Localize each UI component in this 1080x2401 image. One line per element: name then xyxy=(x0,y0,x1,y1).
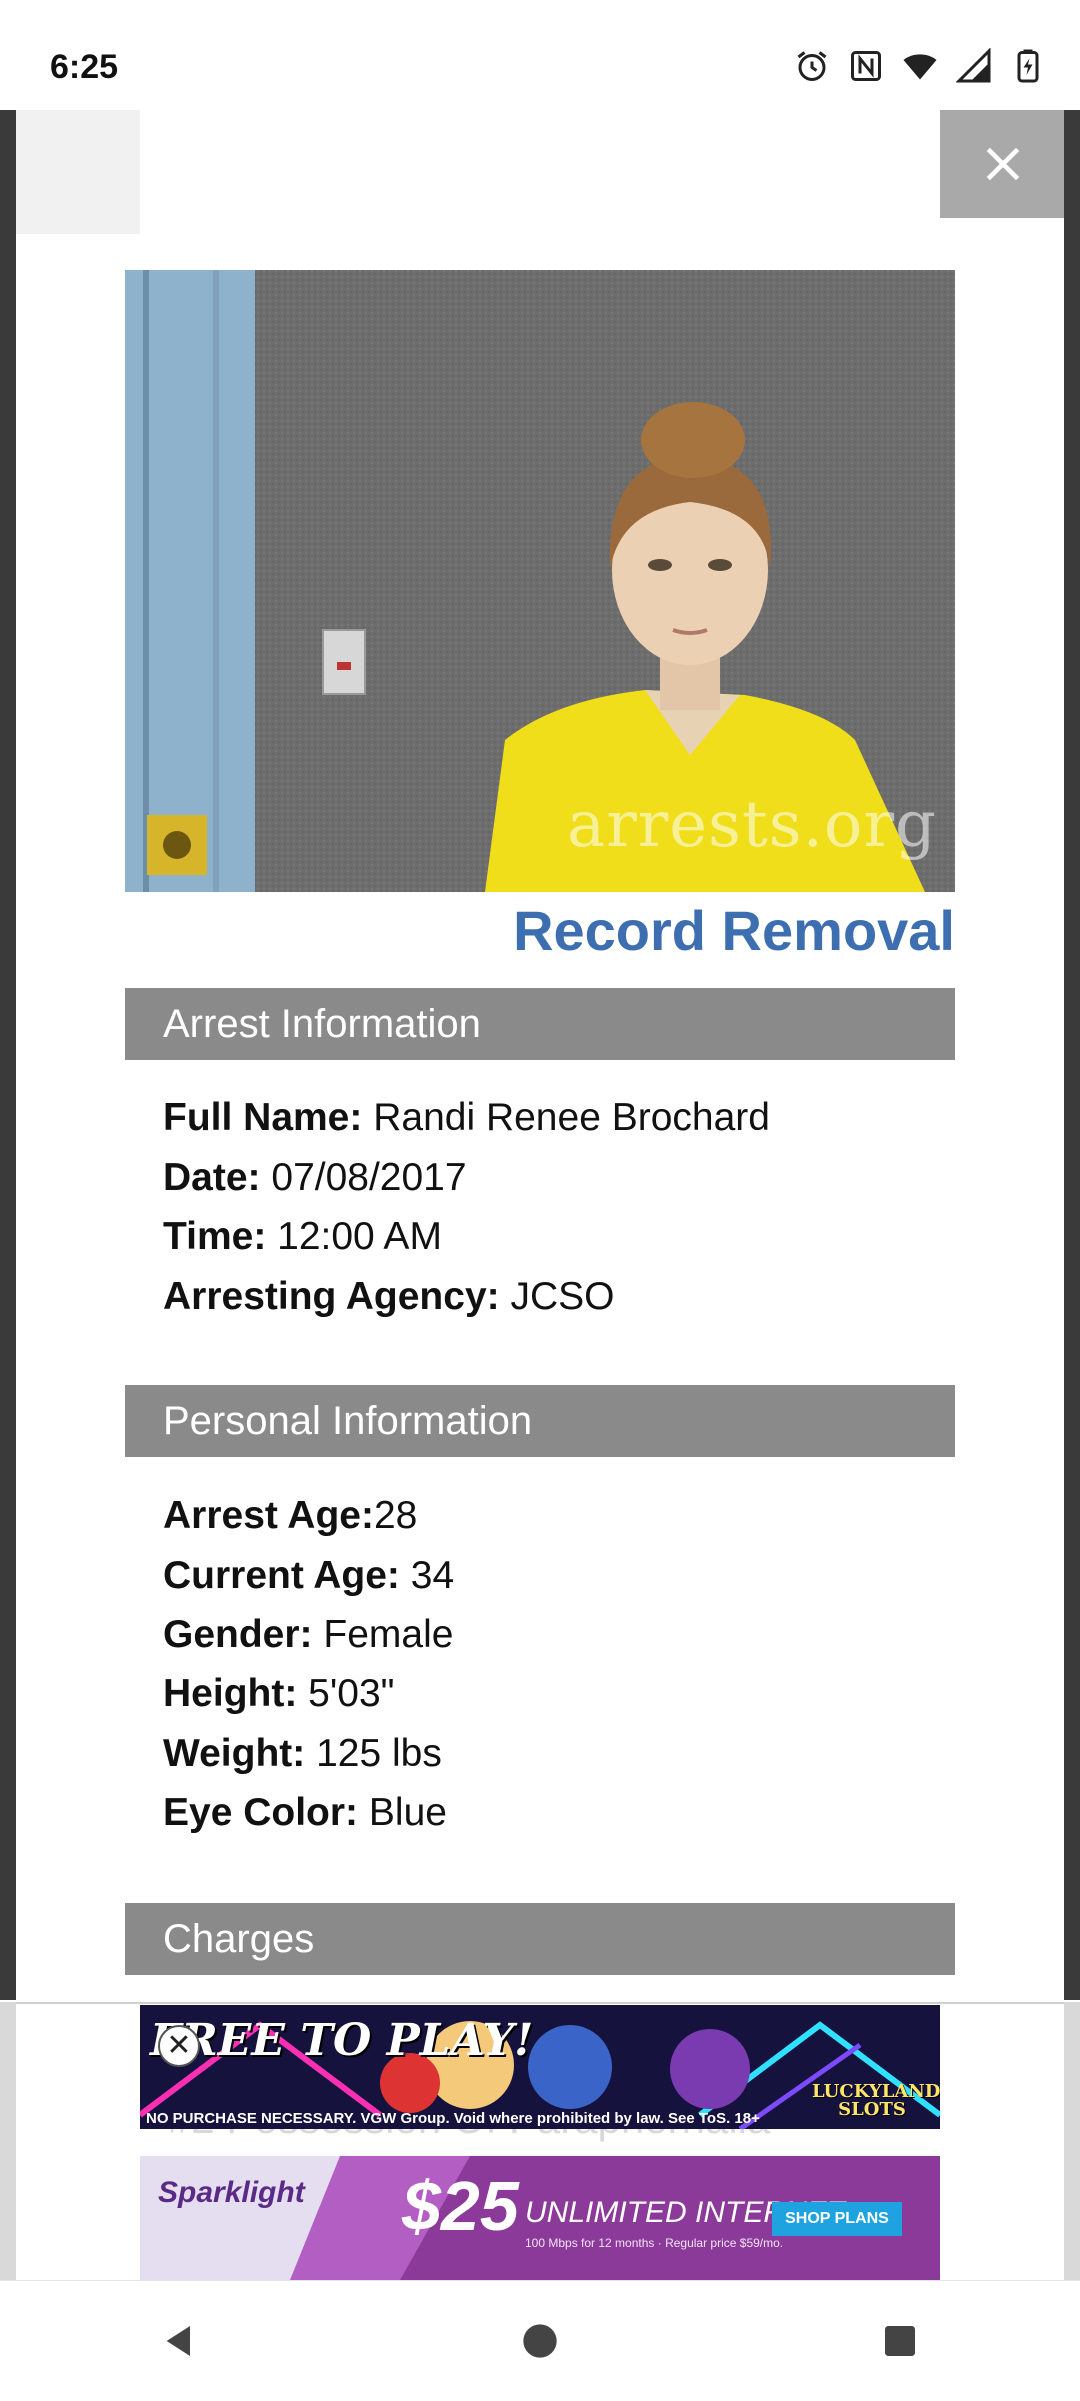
ad2-price: $25 xyxy=(402,2167,519,2245)
alarm-icon xyxy=(797,51,827,81)
date-row: Date: 07/08/2017 xyxy=(163,1156,467,1200)
full-name-row: Full Name: Randi Renee Brochard xyxy=(163,1096,770,1140)
eye-color-value: Blue xyxy=(368,1791,447,1834)
current-age-row: Current Age: 34 xyxy=(163,1554,454,1598)
full-name-label: Full Name: xyxy=(163,1096,363,1139)
cell-signal-icon xyxy=(956,48,991,83)
ad-edge-left xyxy=(0,2002,16,2280)
status-icons xyxy=(794,48,1046,84)
time-row: Time: 12:00 AM xyxy=(163,1215,442,1259)
time-label: Time: xyxy=(163,1215,267,1258)
weight-value: 125 lbs xyxy=(316,1732,442,1775)
close-icon: ✕ xyxy=(166,2029,192,2062)
height-label: Height: xyxy=(163,1672,298,1715)
arrest-age-row: Arrest Age:28 xyxy=(163,1494,417,1538)
battery-charging-icon xyxy=(1017,49,1039,83)
status-time: 6:25 xyxy=(50,48,119,86)
record-removal-link[interactable]: Record Removal xyxy=(125,892,955,963)
overlay-right-edge xyxy=(1064,110,1080,2000)
date-value: 07/08/2017 xyxy=(271,1156,467,1199)
luckyland-ad-banner[interactable]: FREE TO PLAY! LUCKYLAND SLOTS NO PURCHAS… xyxy=(140,2005,940,2129)
overlay-top-left-block xyxy=(16,110,140,234)
agency-label: Arresting Agency: xyxy=(163,1275,500,1318)
ad2-subtext: 100 Mbps for 12 months · Regular price $… xyxy=(525,2236,784,2250)
home-icon xyxy=(523,2324,557,2358)
gender-value: Female xyxy=(323,1613,454,1656)
arrest-information-header: Arrest Information xyxy=(125,988,955,1060)
recents-icon xyxy=(885,2326,915,2356)
eye-color-label: Eye Color: xyxy=(163,1791,359,1834)
weight-row: Weight: 125 lbs xyxy=(163,1732,442,1776)
nfc-icon xyxy=(851,51,881,81)
home-button[interactable] xyxy=(510,2311,570,2371)
ad-edge-right xyxy=(1064,2002,1080,2280)
overlay-top-bar xyxy=(0,110,1080,238)
current-age-value: 34 xyxy=(410,1554,455,1597)
ad1-fine-print: NO PURCHASE NECESSARY. VGW Group. Void w… xyxy=(146,2110,760,2127)
gender-row: Gender: Female xyxy=(163,1613,453,1657)
ad1-headline: FREE TO PLAY! xyxy=(150,2015,534,2066)
time-value: 12:00 AM xyxy=(277,1215,442,1258)
wifi-icon xyxy=(903,54,937,80)
mugshot-photo: arrests.org xyxy=(125,270,955,892)
height-value: 5'03" xyxy=(308,1672,395,1715)
agency-row: Arresting Agency: JCSO xyxy=(163,1275,614,1319)
ad1-brand: LUCKYLAND SLOTS xyxy=(812,2081,940,2120)
height-row: Height: 5'03" xyxy=(163,1672,395,1716)
back-icon xyxy=(166,2326,190,2356)
sparklight-ad-banner[interactable]: Sparklight $25 UNLIMITED INTERNET 100 Mb… xyxy=(140,2156,940,2280)
back-button[interactable] xyxy=(150,2311,210,2371)
date-label: Date: xyxy=(163,1156,261,1199)
system-nav-bar xyxy=(0,2280,1080,2401)
personal-information-header: Personal Information xyxy=(125,1385,955,1457)
full-name-value: Randi Renee Brochard xyxy=(373,1096,770,1139)
charges-header: Charges xyxy=(125,1903,955,1975)
shop-plans-button[interactable]: SHOP PLANS xyxy=(772,2202,902,2236)
arrest-age-value: 28 xyxy=(373,1494,418,1537)
overlay-left-edge xyxy=(0,110,16,2000)
close-button[interactable] xyxy=(940,110,1066,218)
arrest-age-label: Arrest Age: xyxy=(163,1494,374,1537)
sparklight-logo: Sparklight xyxy=(158,2176,305,2209)
agency-value: JCSO xyxy=(510,1275,615,1318)
gender-label: Gender: xyxy=(163,1613,313,1656)
weight-label: Weight: xyxy=(163,1732,306,1775)
close-icon xyxy=(986,147,1020,181)
current-age-label: Current Age: xyxy=(163,1554,400,1597)
eye-color-row: Eye Color: Blue xyxy=(163,1791,447,1835)
ad-close-button[interactable]: ✕ xyxy=(158,2025,200,2067)
recents-button[interactable] xyxy=(870,2311,930,2371)
photo-watermark: arrests.org xyxy=(566,788,937,862)
